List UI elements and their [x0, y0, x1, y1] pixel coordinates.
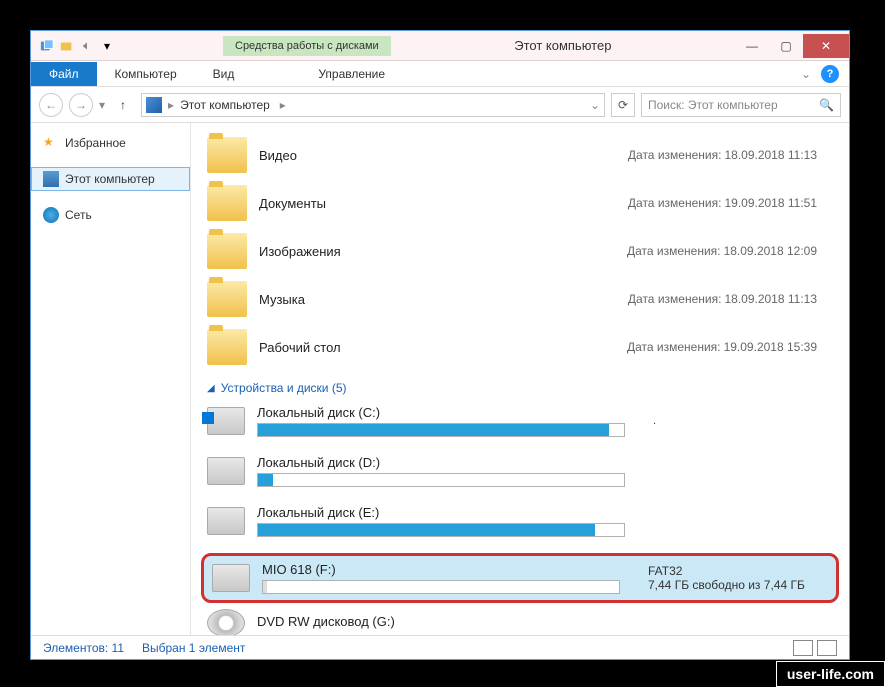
maximize-button[interactable]: ▢ — [769, 34, 803, 58]
status-bar: Элементов: 11 Выбран 1 элемент — [31, 635, 849, 659]
drive-meta: . — [653, 415, 833, 427]
sidebar-item-label: Сеть — [65, 208, 92, 222]
sidebar-item-label: Этот компьютер — [65, 172, 155, 186]
drive-item-selected[interactable]: MIO 618 (F:) FAT32 7,44 ГБ свободно из 7… — [201, 553, 839, 603]
group-header-devices[interactable]: ◢ Устройства и диски (5) — [207, 371, 833, 401]
item-date: Дата изменения: 18.09.2018 12:09 — [627, 244, 833, 258]
explorer-window: ▾ Средства работы с дисками Этот компьют… — [30, 30, 850, 660]
address-bar[interactable]: ▸ Этот компьютер ▸ ⌄ — [141, 93, 605, 117]
item-name: Музыка — [259, 292, 305, 307]
drive-item[interactable]: Локальный диск (C:) . — [207, 401, 833, 451]
ribbon-expand-icon[interactable]: ⌄ — [801, 67, 811, 81]
drive-icon — [212, 564, 250, 592]
back-button[interactable]: ← — [39, 93, 63, 117]
item-name: Документы — [259, 196, 326, 211]
content-area: ★ Избранное Этот компьютер Сеть Видео Да… — [31, 123, 849, 635]
search-icon[interactable]: 🔍 — [819, 98, 834, 112]
item-date: Дата изменения: 18.09.2018 11:13 — [628, 148, 833, 162]
drive-icon — [207, 407, 245, 435]
quick-access-toolbar: ▾ — [31, 38, 123, 54]
context-tab-disk-tools[interactable]: Средства работы с дисками — [223, 36, 391, 56]
properties-icon[interactable] — [39, 38, 55, 54]
sidebar-item-label: Избранное — [65, 136, 126, 150]
tiles-view-button[interactable] — [817, 640, 837, 656]
minimize-button[interactable]: — — [735, 34, 769, 58]
drive-icon — [207, 457, 245, 485]
titlebar: ▾ Средства работы с дисками Этот компьют… — [31, 31, 849, 61]
item-date: Дата изменения: 19.09.2018 11:51 — [628, 196, 833, 210]
item-name: Рабочий стол — [259, 340, 341, 355]
pc-icon — [146, 97, 162, 113]
item-name: Видео — [259, 148, 297, 163]
star-icon: ★ — [43, 135, 59, 151]
details-view-button[interactable] — [793, 640, 813, 656]
drive-name: Локальный диск (C:) — [257, 405, 625, 420]
status-selected-count: Выбран 1 элемент — [142, 641, 245, 655]
folder-icon — [207, 233, 247, 269]
pc-icon — [43, 171, 59, 187]
tab-computer[interactable]: Компьютер — [97, 62, 195, 86]
capacity-bar — [262, 580, 620, 594]
address-dropdown-icon[interactable]: ⌄ — [590, 98, 600, 112]
group-label: Устройства и диски (5) — [221, 381, 347, 395]
drive-icon — [207, 507, 245, 535]
sidebar-item-this-pc[interactable]: Этот компьютер — [31, 167, 190, 191]
drive-meta: FAT32 7,44 ГБ свободно из 7,44 ГБ — [648, 564, 828, 592]
history-dropdown-icon[interactable]: ▾ — [99, 98, 105, 112]
file-list: Видео Дата изменения: 18.09.2018 11:13 Д… — [191, 123, 849, 635]
search-placeholder: Поиск: Этот компьютер — [648, 98, 778, 112]
help-icon[interactable]: ? — [821, 65, 839, 83]
drive-name: MIO 618 (F:) — [262, 562, 620, 577]
item-name: Изображения — [259, 244, 341, 259]
capacity-bar — [257, 423, 625, 437]
up-button[interactable]: ↑ — [111, 93, 135, 117]
tab-manage[interactable]: Управление — [300, 62, 403, 86]
capacity-bar — [257, 473, 625, 487]
chevron-down-icon: ◢ — [207, 383, 215, 394]
watermark: user-life.com — [776, 661, 885, 687]
sidebar-item-favorites[interactable]: ★ Избранное — [31, 131, 190, 155]
window-controls: — ▢ ✕ — [735, 34, 849, 58]
tab-file[interactable]: Файл — [31, 62, 97, 86]
folder-icon — [207, 185, 247, 221]
drive-item[interactable]: Локальный диск (D:) — [207, 451, 833, 501]
breadcrumb-separator[interactable]: ▸ — [280, 98, 286, 112]
drive-name: DVD RW дисковод (G:) — [257, 614, 833, 629]
forward-button[interactable]: → — [69, 93, 93, 117]
qat-dropdown-icon[interactable]: ▾ — [99, 38, 115, 54]
navigation-pane: ★ Избранное Этот компьютер Сеть — [31, 123, 191, 635]
search-input[interactable]: Поиск: Этот компьютер 🔍 — [641, 93, 841, 117]
list-item[interactable]: Изображения Дата изменения: 18.09.2018 1… — [207, 227, 833, 275]
ribbon-tabs: Файл Компьютер Вид Управление ⌄ ? — [31, 61, 849, 87]
close-button[interactable]: ✕ — [803, 34, 849, 58]
capacity-bar — [257, 523, 625, 537]
refresh-button[interactable]: ⟳ — [611, 93, 635, 117]
breadcrumb-separator[interactable]: ▸ — [168, 98, 174, 112]
window-title: Этот компьютер — [391, 38, 735, 53]
status-item-count: Элементов: 11 — [43, 641, 124, 655]
network-icon — [43, 207, 59, 223]
drive-name: Локальный диск (E:) — [257, 505, 625, 520]
folder-icon — [207, 137, 247, 173]
drive-free-space: 7,44 ГБ свободно из 7,44 ГБ — [648, 578, 828, 592]
drive-name: Локальный диск (D:) — [257, 455, 625, 470]
undo-icon[interactable] — [79, 38, 95, 54]
folder-icon — [207, 329, 247, 365]
item-date: Дата изменения: 18.09.2018 11:13 — [628, 292, 833, 306]
dvd-icon — [207, 609, 245, 635]
drive-item[interactable]: Локальный диск (E:) — [207, 501, 833, 551]
breadcrumb[interactable]: Этот компьютер — [180, 98, 270, 112]
list-item[interactable]: Документы Дата изменения: 19.09.2018 11:… — [207, 179, 833, 227]
list-item[interactable]: Видео Дата изменения: 18.09.2018 11:13 — [207, 131, 833, 179]
list-item[interactable]: Музыка Дата изменения: 18.09.2018 11:13 — [207, 275, 833, 323]
tab-view[interactable]: Вид — [195, 62, 253, 86]
folder-icon — [207, 281, 247, 317]
drive-filesystem: FAT32 — [648, 564, 828, 578]
new-folder-icon[interactable] — [59, 38, 75, 54]
drive-item[interactable]: DVD RW дисковод (G:) — [207, 605, 833, 635]
item-date: Дата изменения: 19.09.2018 15:39 — [627, 340, 833, 354]
list-item[interactable]: Рабочий стол Дата изменения: 19.09.2018 … — [207, 323, 833, 371]
sidebar-item-network[interactable]: Сеть — [31, 203, 190, 227]
navigation-bar: ← → ▾ ↑ ▸ Этот компьютер ▸ ⌄ ⟳ Поиск: Эт… — [31, 87, 849, 123]
